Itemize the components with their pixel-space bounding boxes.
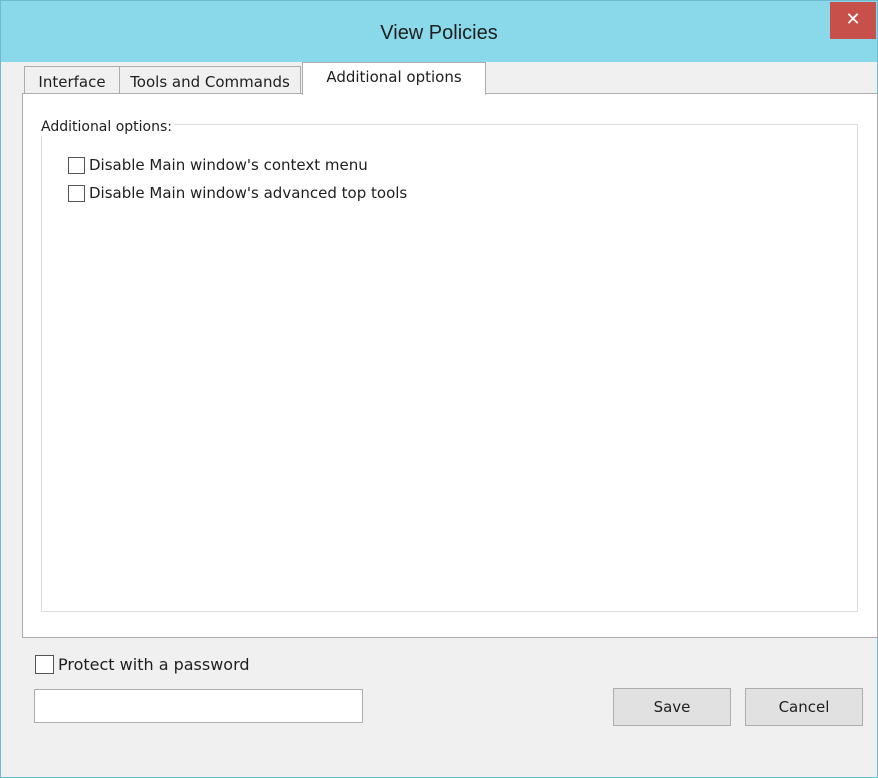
view-policies-dialog: View Policies ✕ Interface Tools and Comm… (0, 0, 878, 778)
option-label: Disable Main window's context menu (89, 156, 368, 174)
group-legend: Additional options: (39, 118, 175, 136)
protect-password-checkbox[interactable] (35, 654, 54, 674)
tab-additional-options[interactable]: Additional options (302, 62, 486, 95)
close-icon: ✕ (845, 9, 861, 30)
password-field[interactable] (34, 689, 363, 723)
context-menu-checkbox[interactable] (68, 156, 85, 174)
tab-interface[interactable]: Interface (24, 66, 120, 94)
option-disable-context-menu[interactable]: Disable Main window's context menu (68, 155, 368, 175)
window-title: View Policies (380, 22, 498, 44)
close-button[interactable]: ✕ (830, 2, 876, 39)
tab-tools-and-commands[interactable]: Tools and Commands (119, 66, 301, 94)
tab-panel: Additional options: Disable Main window'… (22, 93, 878, 638)
protect-password-row[interactable]: Protect with a password (35, 654, 250, 674)
cancel-button[interactable]: Cancel (745, 688, 863, 726)
save-button[interactable]: Save (613, 688, 731, 726)
advanced-top-tools-checkbox[interactable] (68, 184, 85, 202)
option-label: Disable Main window's advanced top tools (89, 184, 408, 202)
protect-password-label: Protect with a password (58, 654, 250, 674)
title-bar[interactable]: View Policies (1, 1, 877, 62)
option-disable-advanced-top-tools[interactable]: Disable Main window's advanced top tools (68, 183, 407, 203)
